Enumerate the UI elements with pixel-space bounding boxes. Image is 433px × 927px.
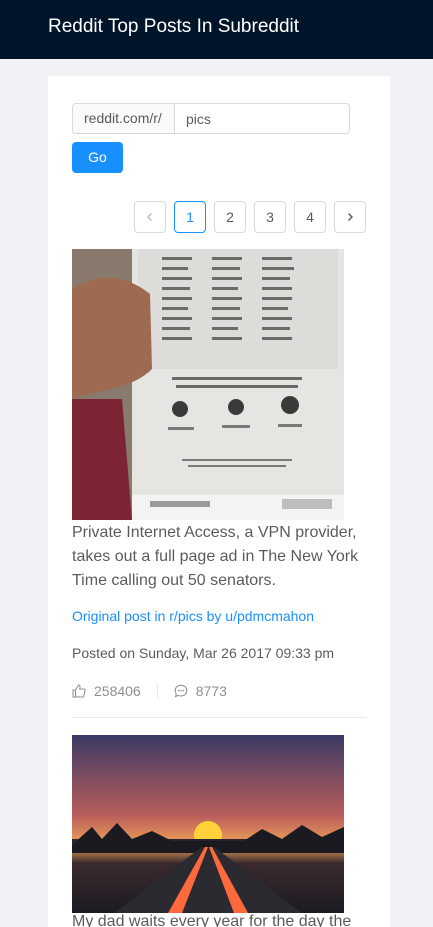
post-divider	[72, 717, 366, 718]
subreddit-input[interactable]	[174, 103, 350, 134]
next-page-button[interactable]	[334, 201, 366, 233]
chevron-right-icon	[348, 213, 353, 221]
action-divider	[156, 684, 158, 698]
app-header: Reddit Top Posts In Subreddit	[0, 0, 433, 59]
post-actions: 258406 8773	[72, 681, 227, 701]
post-title: Private Internet Access, a VPN provider,…	[72, 524, 359, 589]
url-prefix: reddit.com/r/	[72, 103, 174, 134]
subreddit-search: reddit.com/r/	[72, 103, 350, 134]
upvote-action[interactable]: 258406	[72, 683, 141, 699]
upvote-count: 258406	[94, 683, 141, 699]
comment-icon	[174, 684, 188, 698]
go-button[interactable]: Go	[72, 142, 123, 173]
post-image[interactable]	[72, 735, 344, 913]
chevron-left-icon	[147, 213, 152, 221]
comment-count: 8773	[195, 683, 227, 699]
page-1[interactable]: 1	[174, 201, 206, 233]
page-2[interactable]: 2	[214, 201, 246, 233]
post-date: Posted on Sunday, Mar 26 2017 09:33 pm	[72, 645, 335, 661]
like-icon	[72, 684, 86, 698]
original-post-link[interactable]: Original post in r/pics by u/pdmcmahon	[72, 608, 314, 624]
page-3[interactable]: 3	[254, 201, 286, 233]
prev-page-button[interactable]	[134, 201, 166, 233]
post-image[interactable]	[72, 249, 344, 520]
page-4[interactable]: 4	[294, 201, 326, 233]
comments-action[interactable]: 8773	[174, 683, 227, 699]
app-title: Reddit Top Posts In Subreddit	[48, 16, 300, 37]
post-title: My dad waits every year for the day the	[72, 913, 352, 927]
